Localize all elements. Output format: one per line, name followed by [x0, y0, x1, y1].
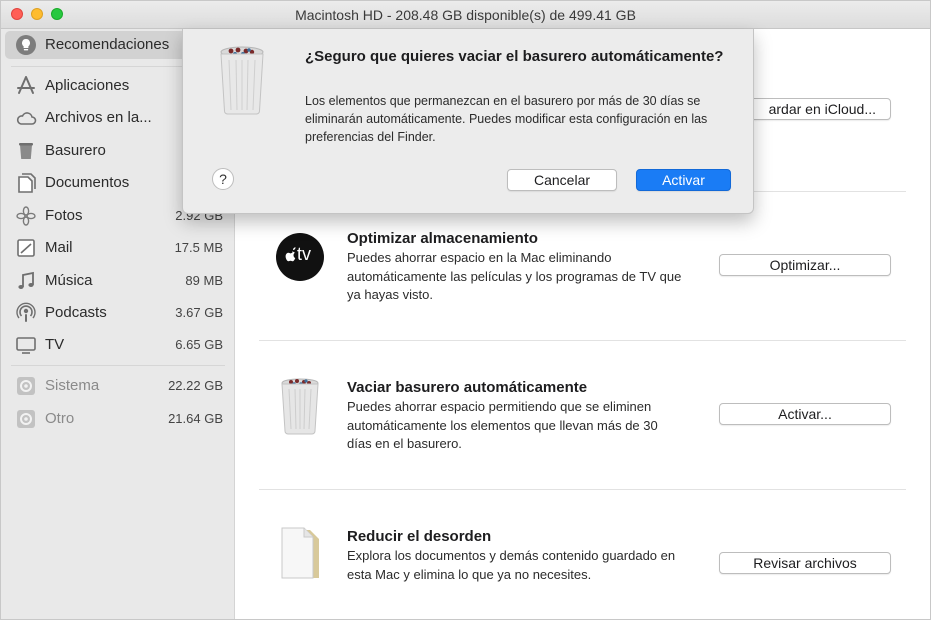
activate-button[interactable]: Activar [636, 169, 731, 191]
optimize-button[interactable]: Optimizar... [719, 254, 891, 276]
sidebar-item-other[interactable]: Otro 21.64 GB [1, 404, 235, 432]
trash-full-icon [217, 45, 267, 122]
activate-trash-button[interactable]: Activar... [719, 403, 891, 425]
sidebar-item-size: 6.65 GB [175, 337, 223, 352]
sidebar-item-label: Basurero [45, 142, 106, 159]
apple-tv-icon: tv [275, 232, 325, 282]
podcasts-icon [16, 302, 36, 322]
other-icon [17, 410, 35, 428]
sidebar-item-label: Música [45, 272, 93, 289]
sidebar-item-size: 17.5 MB [174, 240, 223, 255]
recommendation-title: Reducir el desorden [347, 528, 492, 545]
help-button[interactable]: ? [212, 168, 234, 190]
apple-tv-icon-label: tv [297, 244, 312, 264]
applications-icon [17, 76, 35, 94]
storage-window: Macintosh HD - 208.48 GB disponible(s) d… [0, 0, 931, 620]
sidebar-item-label: Podcasts [45, 304, 107, 321]
sidebar-item-label: Aplicaciones [45, 77, 130, 94]
documents-icon [18, 173, 36, 193]
sidebar-item-system[interactable]: Sistema 22.22 GB [1, 371, 235, 399]
dialog-message: Los elementos que permanezcan en el basu… [305, 94, 708, 144]
sidebar-item-size: 21.64 GB [168, 411, 223, 426]
dialog-title: ¿Seguro que quieres vaciar el basurero a… [305, 48, 724, 65]
system-icon [17, 377, 35, 395]
sidebar-item-size: 22.22 GB [168, 378, 223, 393]
trash-full-icon [277, 377, 327, 435]
lightbulb-icon [16, 35, 36, 55]
sidebar-item-label: Archivos en la... [45, 109, 152, 126]
confirm-empty-trash-dialog: ¿Seguro que quieres vaciar el basurero a… [182, 29, 754, 214]
music-icon [18, 271, 34, 289]
trash-icon [19, 143, 33, 159]
sidebar-item-tv[interactable]: TV 6.65 GB [1, 330, 235, 358]
section-divider [259, 340, 906, 341]
section-divider [259, 489, 906, 490]
mail-icon [17, 239, 35, 257]
sidebar-item-label: Recomendaciones [45, 36, 170, 53]
sidebar-item-mail[interactable]: Mail 17.5 MB [1, 233, 235, 261]
tv-icon [16, 337, 36, 354]
sidebar-item-size: 3.67 GB [175, 305, 223, 320]
window-title: Macintosh HD - 208.48 GB disponible(s) d… [295, 7, 636, 23]
review-files-button[interactable]: Revisar archivos [719, 552, 891, 574]
cancel-button[interactable]: Cancelar [507, 169, 617, 191]
recommendation-description: Puedes ahorrar espacio permitiendo que s… [347, 399, 658, 451]
sidebar-item-music[interactable]: Música 89 MB [1, 266, 235, 294]
recommendation-description: Explora los documentos y demás contenido… [347, 548, 676, 582]
photos-icon [16, 206, 36, 226]
sidebar-item-label: Mail [45, 239, 73, 256]
recommendation-title: Vaciar basurero automáticamente [347, 379, 588, 396]
document-icon [279, 526, 329, 579]
sidebar-item-label: TV [45, 336, 65, 353]
sidebar-item-label: Sistema [45, 377, 100, 394]
sidebar-item-label: Fotos [45, 207, 83, 224]
recommendation-description: Puedes ahorrar espacio en la Mac elimina… [347, 250, 682, 302]
sidebar-item-size: 89 MB [185, 273, 223, 288]
title-bar: Macintosh HD - 208.48 GB disponible(s) d… [1, 1, 930, 29]
sidebar-item-podcasts[interactable]: Podcasts 3.67 GB [1, 298, 235, 326]
sidebar-divider [11, 365, 225, 366]
cloud-icon [16, 112, 37, 125]
recommendation-title: Optimizar almacenamiento [347, 230, 538, 247]
sidebar-item-label: Documentos [45, 174, 130, 191]
sidebar-item-label: Otro [45, 410, 75, 427]
